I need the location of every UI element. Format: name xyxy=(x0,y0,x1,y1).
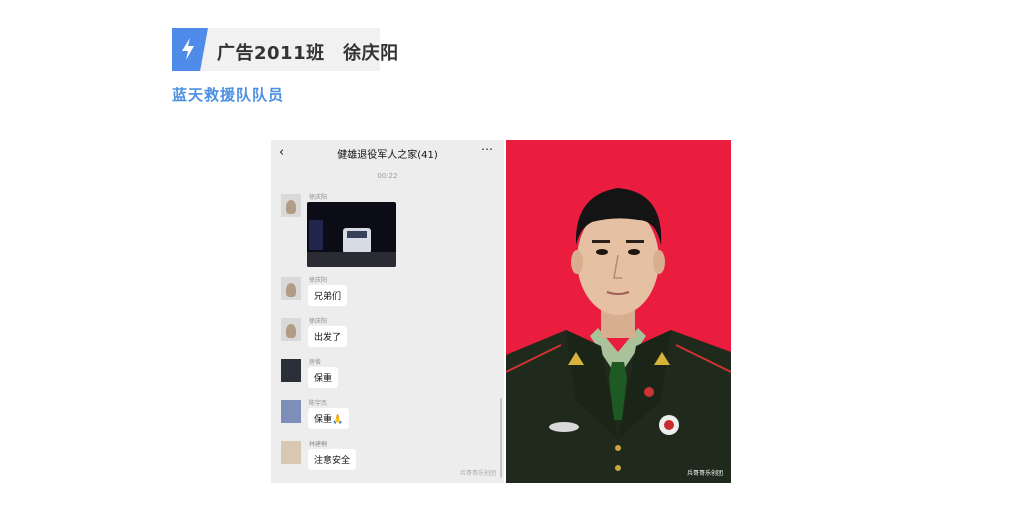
avatar xyxy=(281,400,301,423)
image-message xyxy=(307,202,396,267)
section-subtitle: 蓝天救援队队员 xyxy=(172,86,285,104)
chat-group-title: 健雄退役军人之家(41) xyxy=(337,150,438,161)
more-options-icon: ⋯ xyxy=(481,142,494,156)
sender-name: 徐庆阳 xyxy=(309,277,328,284)
chat-header: ‹ 健雄退役军人之家(41) ⋯ xyxy=(271,140,504,164)
avatar xyxy=(281,441,301,464)
message-bubble: 兄弟们 xyxy=(308,285,348,306)
chat-scrollbar xyxy=(500,398,502,478)
chat-screenshot: ‹ 健雄退役军人之家(41) ⋯ 00:22 徐庆阳 徐庆阳 兄弟们 徐庆阳 出… xyxy=(271,140,504,483)
sender-name: 房俊 xyxy=(309,359,322,366)
message-bubble: 保重🙏 xyxy=(308,408,350,429)
chat-timestamp: 00:22 xyxy=(377,172,398,180)
message-bubble: 保重 xyxy=(308,367,339,388)
watermark: 兵哥哥乐创团 xyxy=(686,470,723,477)
avatar xyxy=(281,318,301,341)
sender-name: 徐庆阳 xyxy=(309,194,328,201)
message-bubble: 出发了 xyxy=(308,326,348,347)
avatar xyxy=(281,194,301,217)
avatar xyxy=(281,359,301,382)
portrait-photo: 兵哥哥乐创团 xyxy=(506,140,731,483)
lightning-icon xyxy=(182,38,194,60)
sender-name: 徐庆阳 xyxy=(309,318,328,325)
avatar xyxy=(281,277,301,300)
watermark: 兵哥哥乐创团 xyxy=(459,470,496,477)
section-title: 广告2011班 徐庆阳 xyxy=(217,43,399,64)
section-header: 广告2011班 徐庆阳 xyxy=(172,28,398,71)
header-icon-box xyxy=(172,28,208,71)
message-bubble: 注意安全 xyxy=(308,449,357,470)
sender-name: 陈宇杰 xyxy=(309,400,328,407)
soldier-portrait-illustration xyxy=(506,188,731,483)
sender-name: 林建桐 xyxy=(309,441,328,448)
